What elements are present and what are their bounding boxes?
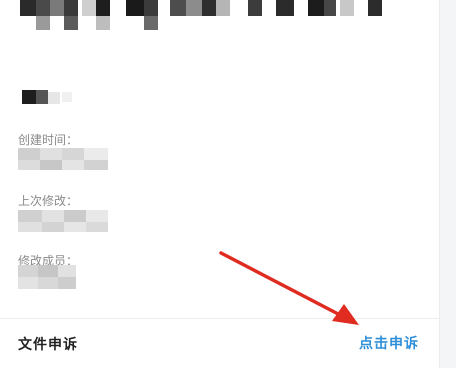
red-arrow-annotation-icon [219, 251, 359, 325]
scrollbar[interactable] [439, 0, 456, 368]
file-appeal-title: 文件申诉 [18, 337, 78, 353]
created-time-label: 创建时间： [18, 133, 79, 147]
last-modified-label: 上次修改： [18, 194, 79, 208]
appeal-button[interactable]: 点击申诉 [359, 333, 419, 353]
